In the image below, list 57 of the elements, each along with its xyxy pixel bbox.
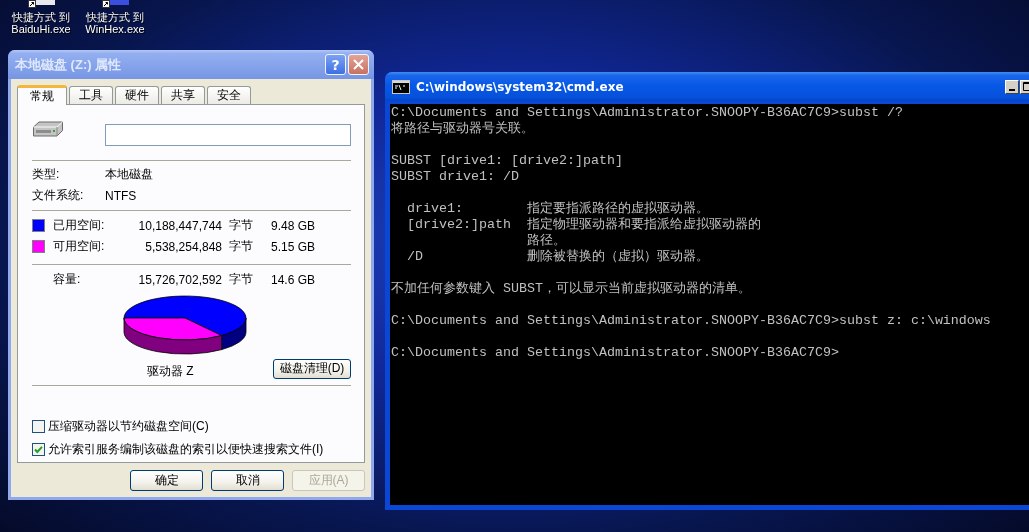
field-label: 文件系统: (32, 187, 85, 204)
checkbox[interactable] (32, 420, 45, 433)
shortcut-icon[interactable] (99, 0, 131, 8)
option-description: 指定要指派路径的虚拟驱动器。 (526, 201, 709, 217)
close-icon (353, 59, 364, 70)
field-label: 类型: (32, 166, 61, 183)
window-title: 本地磁盘 (Z:) 属性 (15, 55, 123, 74)
byte-count: 15,726,702,592 (138, 272, 222, 287)
icon-label[interactable]: 快捷方式 到 WinHex.exe (85, 11, 145, 35)
maximize-icon (1022, 82, 1029, 91)
field-value: NTFS (105, 188, 137, 203)
unit-label: 字节 (228, 217, 254, 234)
space-label: 已用空间: (53, 217, 106, 234)
dialog-button[interactable]: 取消 (211, 470, 284, 491)
console-line: 不加任何参数键入 SUBST，可以显示当前虚拟驱动器的清单。 (391, 281, 752, 297)
size-value: 9.48 GB (270, 218, 315, 233)
byte-count: 10,188,447,744 (138, 218, 222, 233)
byte-count: 5,538,254,848 (145, 239, 222, 254)
option-name: [drive2:]path (407, 217, 512, 233)
option-description: 指定物理驱动器和要指派给虚拟驱动器的 (526, 217, 761, 233)
tab[interactable]: 工具 (69, 86, 113, 104)
console-line: SUBST [drive1: [drive2:]path] (391, 153, 624, 169)
icon-label[interactable]: 快捷方式 到 BaiduHi.exe (11, 11, 71, 35)
console-icon (392, 79, 410, 94)
minimize-button[interactable] (1005, 79, 1019, 94)
capacity-label: 容量: (53, 271, 82, 288)
shortcut-icon[interactable] (25, 0, 57, 8)
unit-label: 字节 (228, 238, 254, 255)
dialog-button[interactable]: 确定 (130, 470, 203, 491)
unit-label: 字节 (228, 271, 254, 288)
size-value: 14.6 GB (270, 272, 315, 287)
size-value: 5.15 GB (270, 239, 315, 254)
checkbox[interactable] (32, 443, 45, 456)
field-value: 本地磁盘 (105, 166, 153, 183)
tab[interactable]: 硬件 (115, 86, 159, 104)
option-description: 删除被替换的（虚拟）驱动器。 (526, 249, 709, 265)
checkbox-label[interactable]: 允许索引服务编制该磁盘的索引以便快速搜索文件(I) (48, 441, 324, 458)
console-line: SUBST drive1: /D (391, 169, 520, 185)
console-line: C:\Documents and Settings\Administrator.SNOOPY-B36AC7C9>subst z: c:\windows (391, 313, 992, 329)
window-title: C:\windows\system32\cmd.exe (416, 79, 625, 94)
volume-name-field[interactable] (105, 124, 351, 146)
hard-drive-icon (32, 121, 64, 137)
tab[interactable]: 安全 (207, 86, 251, 104)
console-line: C:\Documents and Settings\Administrator.SNOOPY-B36AC7C9> (391, 345, 840, 361)
console-line: 将路径与驱动器号关联。 (391, 121, 535, 137)
option-name: drive1: (407, 201, 464, 217)
checkbox-label[interactable]: 压缩驱动器以节约磁盘空间(C) (48, 418, 209, 435)
drive-label: 驱动器 Z (147, 363, 194, 380)
tab[interactable]: 共享 (161, 86, 205, 104)
disk-cleanup-button[interactable]: 磁盘清理(D) (273, 358, 351, 379)
option-description: 路径。 (526, 233, 566, 249)
console-line: C:\Documents and Settings\Administrator.SNOOPY-B36AC7C9>subst /? (391, 105, 904, 121)
option-name: /D (407, 249, 424, 265)
space-label: 可用空间: (53, 238, 106, 255)
tab[interactable]: 常规 (17, 85, 67, 105)
close-button[interactable] (348, 54, 369, 75)
minimize-icon (1009, 88, 1015, 91)
